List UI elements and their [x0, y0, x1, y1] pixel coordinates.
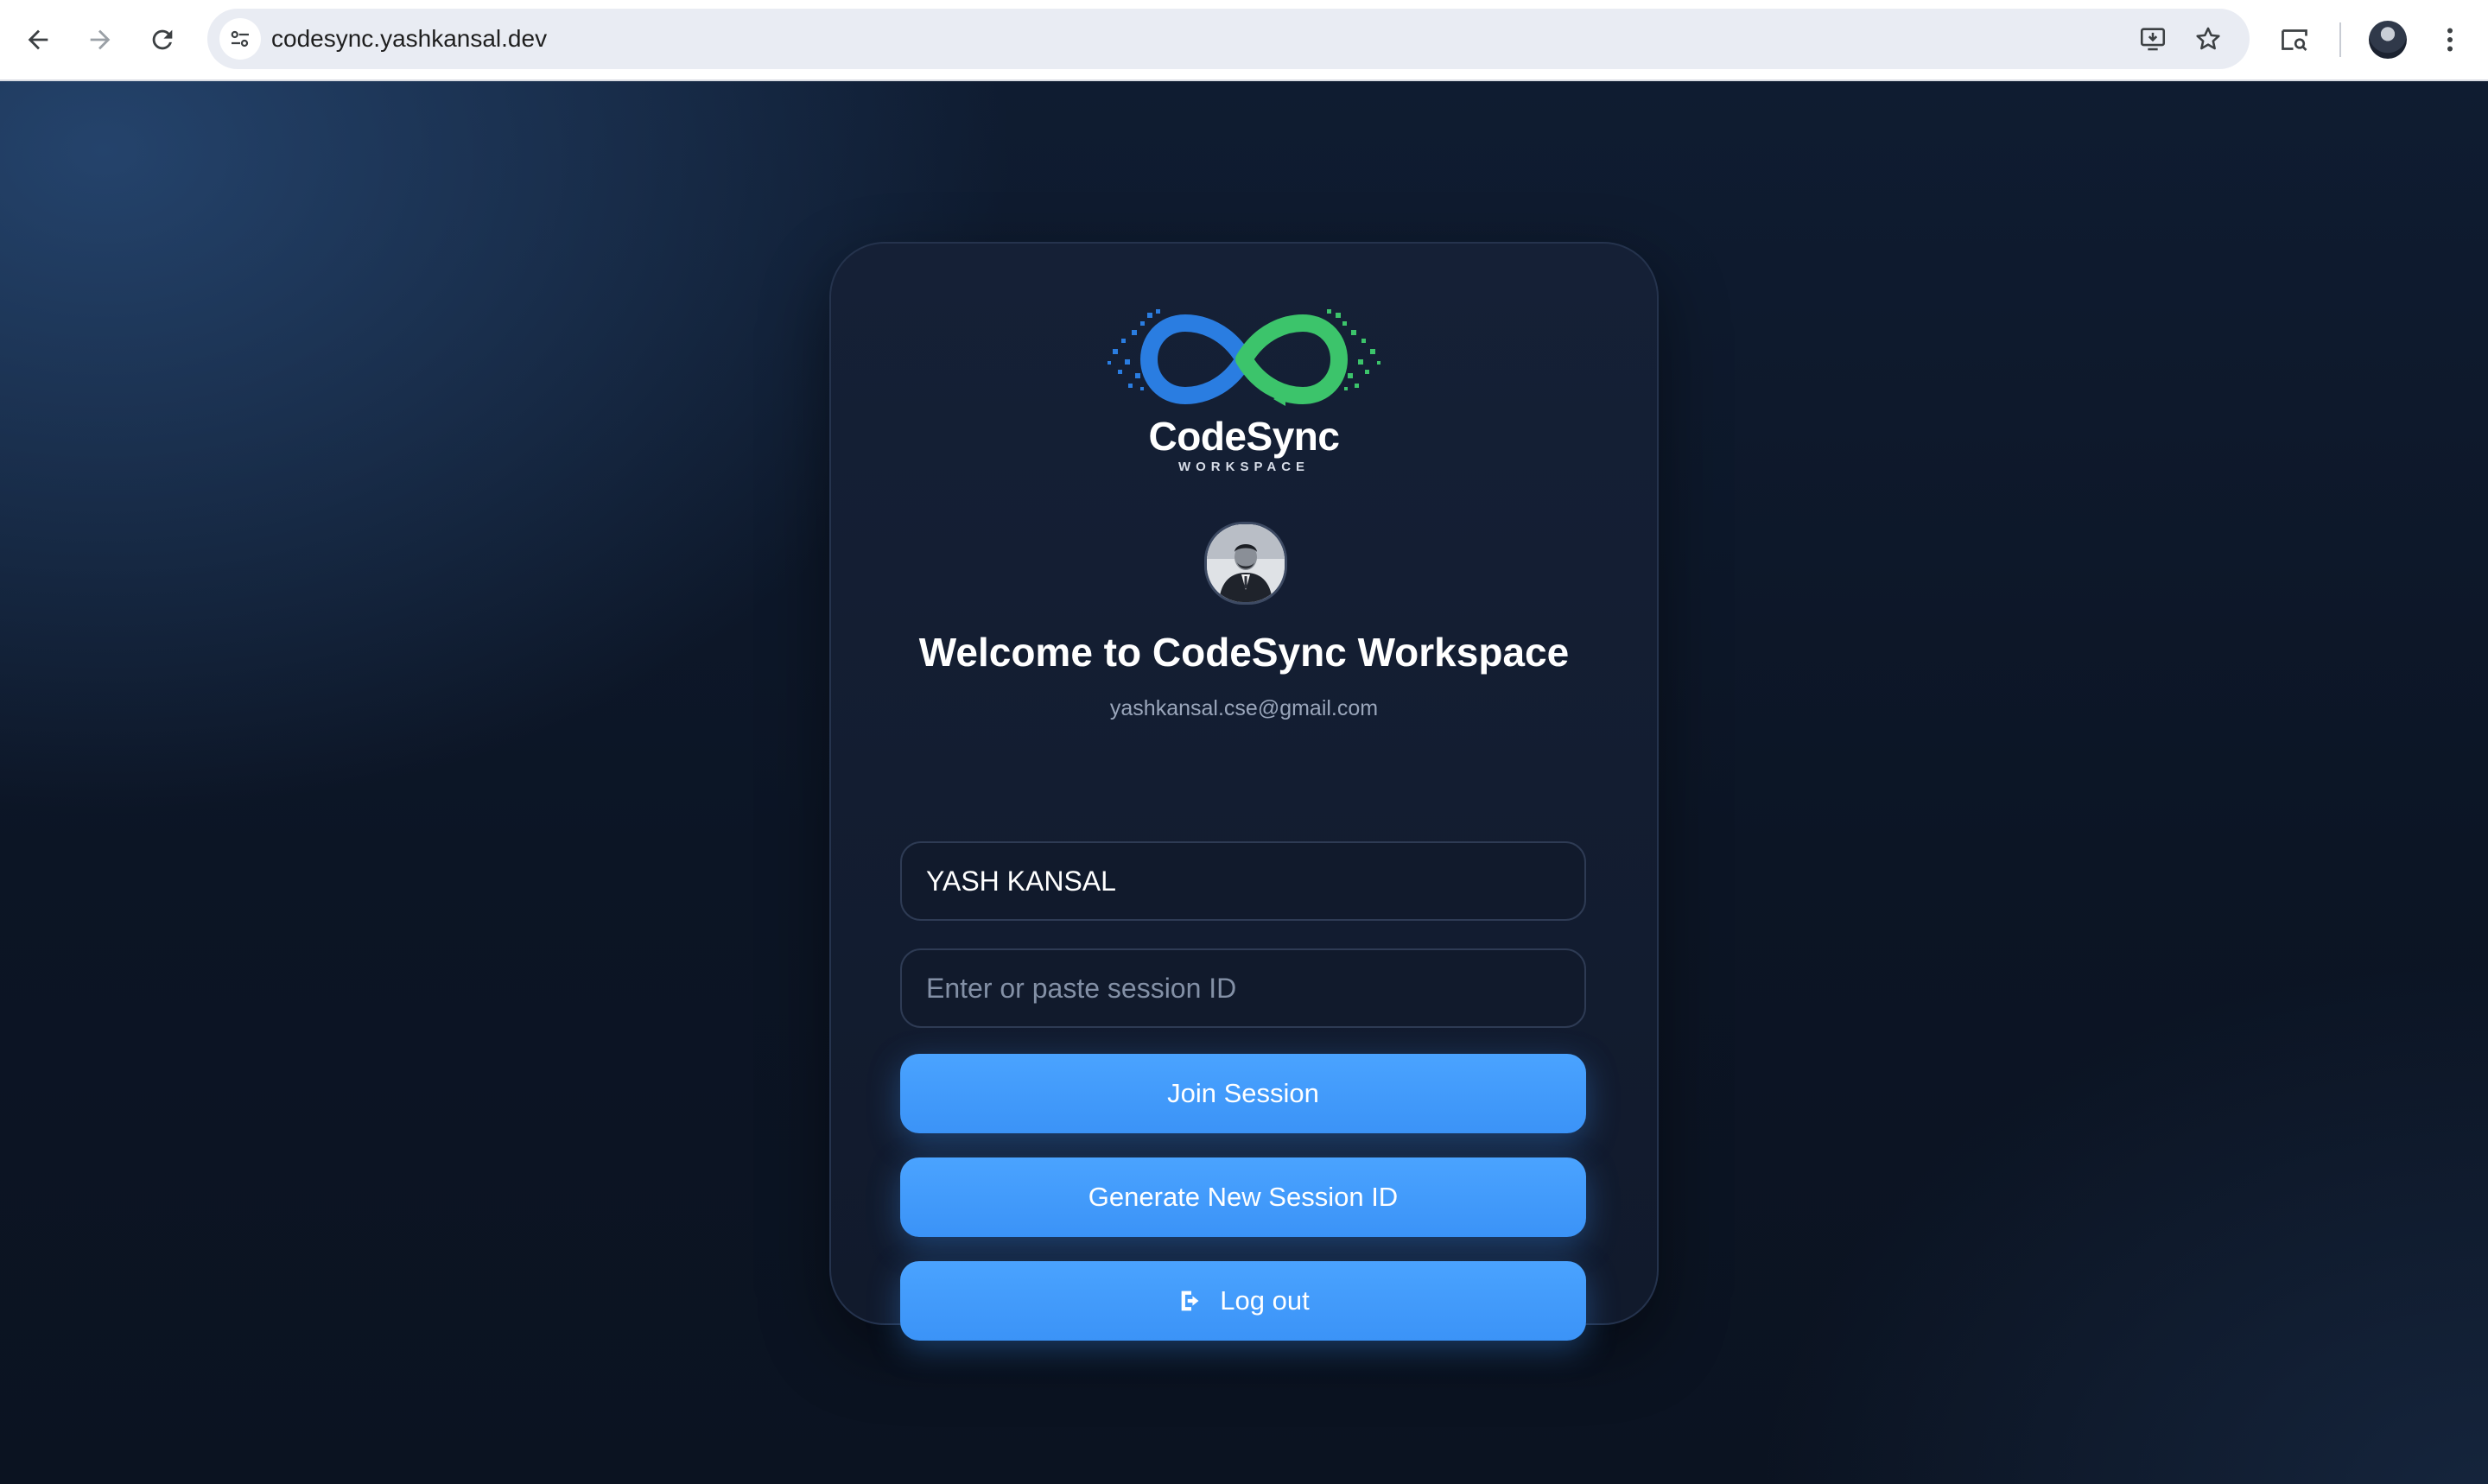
site-settings-button[interactable] — [219, 18, 261, 60]
reload-icon — [152, 29, 173, 50]
reload-button[interactable] — [140, 17, 185, 62]
welcome-heading: Welcome to CodeSync Workspace — [918, 630, 1570, 675]
forward-arrow-icon — [90, 29, 111, 50]
name-input[interactable] — [900, 841, 1586, 921]
logout-icon — [1181, 1291, 1199, 1311]
infinity-logo-icon — [1108, 309, 1380, 406]
search-tab-button[interactable] — [2274, 19, 2315, 60]
logo-wordmark: CodeSync — [1148, 414, 1340, 459]
tune-icon — [231, 30, 249, 48]
browser-menu-button[interactable] — [2429, 19, 2471, 60]
star-icon — [2196, 27, 2220, 50]
user-avatar — [1204, 522, 1287, 605]
page-background: CodeSync WORKSPACE Welcome to CodeSync W… — [0, 81, 2488, 1484]
url-text[interactable]: codesync.yashkansal.dev — [271, 9, 547, 69]
logo-tagline: WORKSPACE — [1177, 460, 1311, 474]
address-bar[interactable]: codesync.yashkansal.dev — [207, 9, 2250, 69]
back-arrow-icon — [28, 29, 48, 50]
join-session-button[interactable]: Join Session — [900, 1054, 1586, 1133]
bookmark-button[interactable] — [2189, 20, 2227, 58]
back-button[interactable] — [16, 17, 60, 62]
install-app-icon — [2140, 28, 2166, 51]
user-email: yashkansal.cse@gmail.com — [1109, 696, 1379, 720]
toolbar-divider — [2339, 22, 2341, 57]
login-card: CodeSync WORKSPACE Welcome to CodeSync W… — [829, 242, 1659, 1341]
logout-button[interactable]: Log out — [900, 1261, 1586, 1341]
generate-session-label: Generate New Session ID — [1088, 1182, 1399, 1212]
kebab-menu-icon — [2447, 28, 2453, 52]
join-session-label: Join Session — [1167, 1078, 1319, 1108]
generate-session-button[interactable]: Generate New Session ID — [900, 1157, 1586, 1237]
forward-button[interactable] — [78, 17, 123, 62]
profile-avatar[interactable] — [2369, 21, 2407, 59]
codesync-logo: CodeSync WORKSPACE — [1106, 304, 1382, 485]
logout-label: Log out — [1220, 1285, 1310, 1316]
search-tab-icon — [2282, 29, 2307, 51]
user-photo — [1207, 524, 1285, 602]
install-app-button[interactable] — [2134, 20, 2172, 58]
browser-toolbar: codesync.yashkansal.dev — [0, 0, 2488, 81]
session-id-input[interactable] — [900, 948, 1586, 1028]
